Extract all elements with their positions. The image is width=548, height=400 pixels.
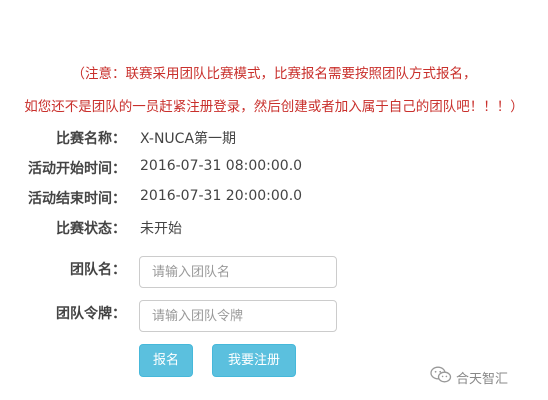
wechat-icon	[430, 366, 456, 388]
start-time-value: 2016-07-31 08:00:00.0	[140, 158, 303, 174]
watermark-text: 合天智汇	[456, 371, 509, 387]
team-token-label: 团队令牌：	[56, 306, 126, 322]
status-label: 比赛状态：	[56, 221, 126, 237]
team-token-input[interactable]	[139, 300, 337, 332]
notice-line-2: 如您还不是团队的一员赶紧注册登录，然后创建或者加入属于自己的团队吧！！！）	[24, 99, 524, 115]
end-time-value: 2016-07-31 20:00:00.0	[140, 188, 303, 204]
signup-button[interactable]: 报名	[139, 344, 193, 377]
watermark: 合天智汇	[430, 366, 508, 388]
register-button[interactable]: 我要注册	[212, 344, 296, 377]
competition-name-label: 比赛名称：	[56, 131, 126, 147]
notice-line-1: （注意：联赛采用团队比赛模式，比赛报名需要按照团队方式报名，	[71, 66, 477, 82]
start-time-label: 活动开始时间：	[28, 161, 126, 177]
end-time-label: 活动结束时间：	[28, 191, 126, 207]
team-name-input[interactable]	[139, 256, 337, 288]
team-name-label: 团队名：	[70, 262, 126, 278]
competition-name-value: X-NUCA第一期	[140, 131, 237, 147]
status-value: 未开始	[140, 221, 182, 237]
